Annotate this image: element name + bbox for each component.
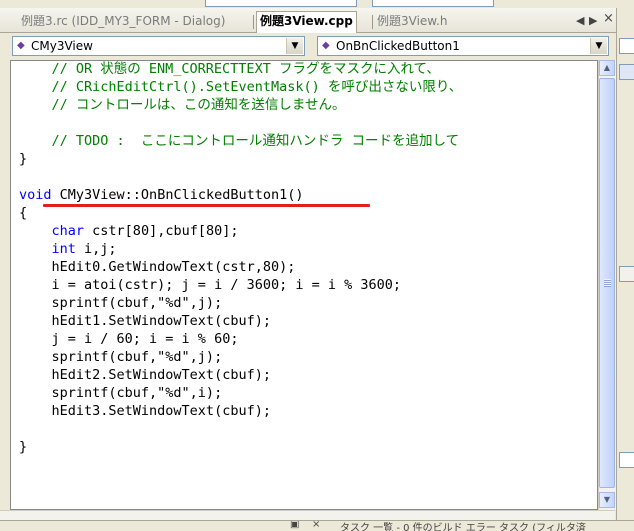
code-line: // コントロールは、この通知を送信しません。 xyxy=(19,97,346,113)
member-combo[interactable]: ◆ OnBnClickedButton1 ▼ xyxy=(317,36,609,56)
code-line-int-decl: int i,j; xyxy=(19,241,117,258)
code-line-function-signature: void CMy3View::OnBnClickedButton1() xyxy=(19,187,304,204)
member-combo-value: OnBnClickedButton1 xyxy=(336,39,460,53)
keyword-int: int xyxy=(51,241,76,257)
code-line: hEdit3.SetWindowText(cbuf); xyxy=(19,403,271,419)
side-panel-combo[interactable] xyxy=(619,452,634,468)
tab-scroll-right-icon[interactable]: ▶ xyxy=(589,14,597,27)
vertical-scrollbar[interactable]: ▲ ▼ xyxy=(598,60,616,510)
code-line: hEdit0.GetWindowText(cstr,80); xyxy=(19,259,296,275)
code-line: } xyxy=(19,151,28,167)
code-line: sprintf(cbuf,"%d",j); xyxy=(19,349,223,365)
editor-gutter xyxy=(0,60,10,510)
method-icon: ◆ xyxy=(322,40,330,51)
tab-view-cpp[interactable]: 例題3View.cpp xyxy=(256,11,357,33)
side-panel-button[interactable] xyxy=(619,266,634,282)
code-line-char-decl: char cstr[80],cbuf[80]; xyxy=(19,223,239,240)
close-tab-icon[interactable]: × xyxy=(603,11,614,26)
class-combo-value: CMy3View xyxy=(31,39,93,53)
tab-scroll-left-icon[interactable]: ◀ xyxy=(576,14,584,27)
red-annotation-underline xyxy=(43,204,370,207)
chevron-down-icon[interactable]: ▼ xyxy=(590,38,607,54)
bottom-strip-pin-icon[interactable]: ▣ xyxy=(290,521,299,530)
task-list-title: タスク 一覧 - 0 件のビルド エラー タスク (フィルタ済 xyxy=(340,523,586,531)
scroll-down-icon[interactable]: ▼ xyxy=(599,492,615,508)
int-decl-text: i,j; xyxy=(84,241,117,257)
toolbar-search-combo[interactable] xyxy=(372,0,494,7)
code-line: // OR 状態の ENM_CORRECTTEXT フラグをマスクに入れて、 xyxy=(19,61,440,77)
grip-icon xyxy=(604,279,611,287)
document-tab-bar: 例題3.rc (IDD_MY3_FORM - Dialog) 例題3View.c… xyxy=(0,8,634,33)
tab-resource-dialog[interactable]: 例題3.rc (IDD_MY3_FORM - Dialog) xyxy=(18,12,228,31)
code-line: hEdit2.SetWindowText(cbuf); xyxy=(19,367,271,383)
code-editor[interactable]: // OR 状態の ENM_CORRECTTEXT フラグをマスクに入れて、 /… xyxy=(10,60,598,510)
tab-view-h[interactable]: 例題3View.h xyxy=(374,12,450,31)
bottom-strip-close-icon[interactable]: × xyxy=(312,521,320,530)
code-line: // TODO : ここにコントロール通知ハンドラ コードを追加して xyxy=(19,133,460,149)
bottom-task-strip: ▣ × タスク 一覧 - 0 件のビルド エラー タスク (フィルタ済 xyxy=(0,520,634,531)
class-combo[interactable]: ◆ CMy3View ▼ xyxy=(12,36,305,56)
scrollbar-thumb[interactable] xyxy=(599,78,615,488)
code-line: sprintf(cbuf,"%d",j); xyxy=(19,295,223,311)
class-icon: ◆ xyxy=(17,40,25,51)
tab-separator xyxy=(253,15,254,29)
right-side-panel xyxy=(616,8,634,520)
code-line: j = i / 60; i = i % 60; xyxy=(19,331,239,347)
char-decl-text: cstr[80],cbuf[80]; xyxy=(92,223,239,239)
scroll-up-icon[interactable]: ▲ xyxy=(599,60,615,76)
keyword-char: char xyxy=(51,223,85,239)
function-name: CMy3View::OnBnClickedButton1() xyxy=(59,187,304,203)
code-line: i = atoi(cstr); j = i / 3600; i = i % 36… xyxy=(19,277,402,293)
code-line: hEdit1.SetWindowText(cbuf); xyxy=(19,313,271,329)
code-line: { xyxy=(19,205,28,221)
side-panel-combo[interactable] xyxy=(619,38,634,54)
navigation-combo-bar: ◆ CMy3View ▼ ◆ OnBnClickedButton1 ▼ xyxy=(0,33,634,59)
chevron-down-icon[interactable]: ▼ xyxy=(286,38,303,54)
code-line: // CRichEditCtrl().SetEventMask() を呼び出さな… xyxy=(19,79,463,95)
code-line: } xyxy=(19,439,28,455)
tab-separator xyxy=(372,15,373,29)
keyword-void: void xyxy=(19,187,52,203)
side-panel-button[interactable] xyxy=(619,64,634,80)
toolbar-combo[interactable] xyxy=(205,0,357,7)
code-line: sprintf(cbuf,"%d",i); xyxy=(19,385,223,401)
